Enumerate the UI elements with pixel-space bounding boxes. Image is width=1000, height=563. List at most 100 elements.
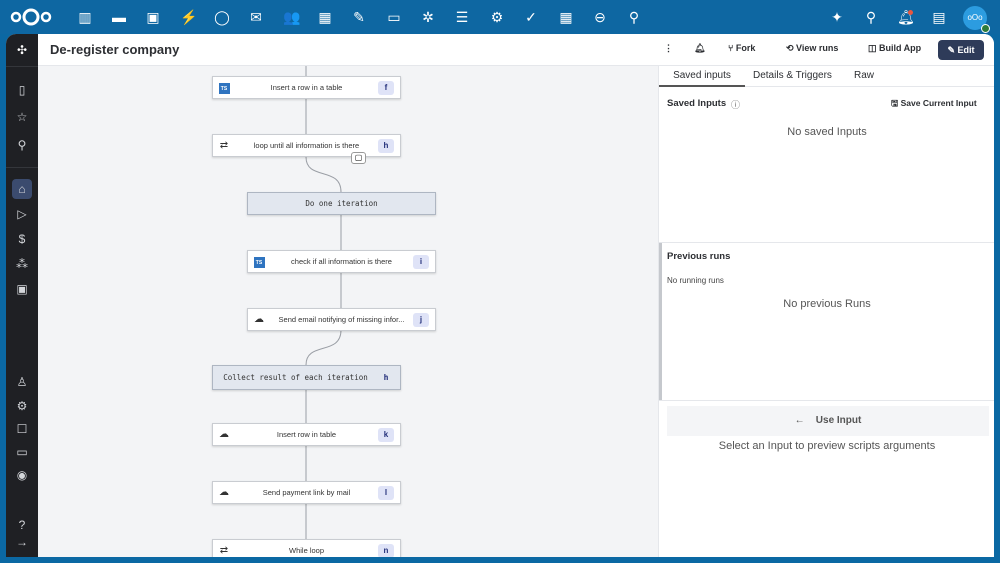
tab-raw[interactable]: Raw bbox=[854, 70, 874, 81]
node-label: While loop bbox=[235, 546, 378, 555]
flow-header: De-register company ⋮ 🔔︎ ⑂ Fork ⟲ View r… bbox=[38, 34, 994, 66]
edit-button[interactable]: ✎ Edit bbox=[938, 40, 984, 60]
flow-node[interactable]: ☁Insert row in tablek bbox=[212, 423, 401, 446]
select-input-hint: Select an Input to preview scripts argum… bbox=[659, 440, 994, 452]
contacts-icon[interactable]: 👥 bbox=[283, 9, 299, 25]
typescript-icon: TS bbox=[248, 256, 270, 268]
node-id-badge: h bbox=[378, 139, 394, 153]
node-label: Insert row in table bbox=[235, 430, 378, 439]
node-label: Do one iteration bbox=[248, 199, 435, 208]
settings-gear-icon[interactable]: ⚙ bbox=[12, 396, 32, 416]
nextcloud-logo[interactable] bbox=[10, 8, 52, 26]
search-icon[interactable]: ⚲ bbox=[12, 135, 32, 155]
bell-icon[interactable]: 🔔︎ bbox=[694, 43, 705, 54]
save-current-input-button[interactable]: 🖫 Save Current Input bbox=[891, 98, 977, 112]
node-id-badge: k bbox=[378, 428, 394, 442]
schedules-calendar-icon[interactable]: ▣ bbox=[12, 279, 32, 299]
node-id-badge: h bbox=[378, 371, 394, 385]
view-runs-button[interactable]: ⟲ View runs bbox=[786, 43, 838, 54]
node-label: Send payment link by mail bbox=[235, 488, 378, 497]
search-icon[interactable]: ⚲ bbox=[863, 9, 879, 25]
resources-icon[interactable]: ⁂ bbox=[12, 254, 32, 274]
runs-play-icon[interactable]: ▷ bbox=[12, 204, 32, 224]
node-label: check if all information is there bbox=[270, 257, 413, 266]
tab-details-triggers[interactable]: Details & Triggers bbox=[753, 70, 832, 81]
resize-handle[interactable] bbox=[659, 242, 662, 400]
favorites-star-icon[interactable]: ☆ bbox=[12, 107, 32, 127]
contacts-menu-icon[interactable]: ▤ bbox=[931, 9, 947, 25]
tasks-icon[interactable]: ☰ bbox=[454, 9, 470, 25]
windmill-sidebar: ✣ ▯ ☆ ⚲ ⌂ ▷ $ ⁂ ▣ ♙ ⚙ ☐ ▭ ◉ ? → bbox=[6, 34, 38, 557]
tab-saved-inputs[interactable]: Saved inputs bbox=[659, 70, 745, 87]
node-label: loop until all information is there bbox=[235, 141, 378, 150]
status-online-dot bbox=[981, 24, 990, 33]
user-avatar[interactable]: oOo bbox=[963, 6, 987, 30]
activity-icon[interactable]: ⚡ bbox=[180, 9, 196, 25]
windmill-logo-icon[interactable]: ✣ bbox=[12, 40, 32, 60]
home-icon[interactable]: ⌂ bbox=[12, 179, 32, 199]
talk-icon[interactable]: ◯ bbox=[214, 9, 230, 25]
folder-icon[interactable]: ▭ bbox=[12, 442, 32, 462]
no-saved-inputs-text: No saved Inputs bbox=[659, 126, 994, 138]
node-id-badge: j bbox=[413, 313, 429, 327]
build-app-button[interactable]: ◫ Build App bbox=[868, 43, 921, 54]
variables-dollar-icon[interactable]: $ bbox=[12, 229, 32, 249]
previous-runs-title: Previous runs bbox=[667, 251, 730, 262]
typescript-icon: TS bbox=[213, 82, 235, 94]
workers-robot-icon[interactable]: ☐ bbox=[12, 419, 32, 439]
build-app-label: Build App bbox=[879, 43, 921, 53]
right-panel: Saved inputs Details & Triggers Raw Save… bbox=[658, 66, 994, 557]
no-running-runs-text: No running runs bbox=[667, 276, 724, 285]
cloud-icon: ☁ bbox=[248, 314, 270, 325]
check-icon[interactable]: ✓ bbox=[523, 9, 539, 25]
node-label: Collect result of each iteration bbox=[213, 373, 378, 382]
flow-node[interactable]: TScheck if all information is therei bbox=[247, 250, 436, 273]
flow-canvas[interactable]: TSInsert a row in a tablef ⇄loop until a… bbox=[38, 66, 658, 557]
flow-node-group[interactable]: Collect result of each iterationh bbox=[212, 365, 401, 390]
workspace-icon[interactable]: ▯ bbox=[12, 80, 32, 100]
user-icon[interactable]: ♙ bbox=[12, 372, 32, 392]
node-label: Send email notifying of missing infor... bbox=[270, 315, 413, 324]
dashboard-icon[interactable]: ▥ bbox=[77, 9, 93, 25]
flow-node[interactable]: ☁Send email notifying of missing infor..… bbox=[247, 308, 436, 331]
node-id-badge: i bbox=[413, 255, 429, 269]
fork-label: Fork bbox=[736, 43, 756, 53]
calendar-icon[interactable]: ▦ bbox=[317, 9, 333, 25]
photos-icon[interactable]: ▣ bbox=[145, 9, 161, 25]
notes-icon[interactable]: ✎ bbox=[351, 9, 367, 25]
flow-node[interactable]: TSInsert a row in a tablef bbox=[212, 76, 401, 99]
node-id-badge: n bbox=[378, 544, 394, 558]
expand-arrow-icon[interactable]: → bbox=[12, 532, 32, 552]
more-options-icon[interactable]: ⋮ bbox=[664, 43, 673, 54]
top-navigation-bar: ▥ ▬ ▣ ⚡ ◯ ✉ 👥 ▦ ✎ ▭ ✲ ☰ ⚙ ✓ ▦ ⊖ ⚲ ✦ ⚲ 🔔︎… bbox=[0, 0, 1000, 34]
loop-icon: ⇄ bbox=[213, 140, 235, 151]
assistant-icon[interactable]: ✦ bbox=[829, 9, 845, 25]
save-icon: 🖫 bbox=[891, 98, 898, 108]
mail-icon[interactable]: ✉ bbox=[248, 9, 264, 25]
files-icon[interactable]: ▬ bbox=[111, 9, 127, 25]
cloud-icon: ☁ bbox=[213, 429, 235, 440]
notification-dot bbox=[908, 10, 913, 15]
info-icon[interactable]: ⓘ bbox=[731, 98, 740, 111]
node-id-badge: l bbox=[378, 486, 394, 500]
node-id-badge: f bbox=[378, 81, 394, 95]
use-input-button[interactable]: ← Use Input bbox=[667, 406, 989, 436]
flow-icon[interactable]: ✲ bbox=[420, 9, 436, 25]
maps-icon[interactable]: ⚲ bbox=[626, 9, 642, 25]
tables-icon[interactable]: ▦ bbox=[558, 9, 574, 25]
flow-node-group[interactable]: Do one iteration bbox=[247, 192, 436, 215]
fork-button[interactable]: ⑂ Fork bbox=[728, 43, 755, 53]
flow-node[interactable]: ⇄While loopn bbox=[212, 539, 401, 557]
app-window: ✣ ▯ ☆ ⚲ ⌂ ▷ $ ⁂ ▣ ♙ ⚙ ☐ ▭ ◉ ? → De-regis… bbox=[6, 34, 994, 557]
flow-node[interactable]: ⇄loop until all information is thereh bbox=[212, 134, 401, 157]
ocs-icon[interactable]: ⊖ bbox=[592, 9, 608, 25]
no-previous-runs-text: No previous Runs bbox=[659, 298, 994, 310]
windmill-icon[interactable]: ⚙ bbox=[489, 9, 505, 25]
edit-label: Edit bbox=[958, 45, 975, 55]
deck-icon[interactable]: ▭ bbox=[386, 9, 402, 25]
arrow-left-icon: ← bbox=[795, 415, 805, 426]
collapse-loop-toggle[interactable]: ▢ bbox=[351, 152, 366, 164]
flow-node[interactable]: ☁Send payment link by maill bbox=[212, 481, 401, 504]
audit-eye-icon[interactable]: ◉ bbox=[12, 465, 32, 485]
cloud-icon: ☁ bbox=[213, 487, 235, 498]
